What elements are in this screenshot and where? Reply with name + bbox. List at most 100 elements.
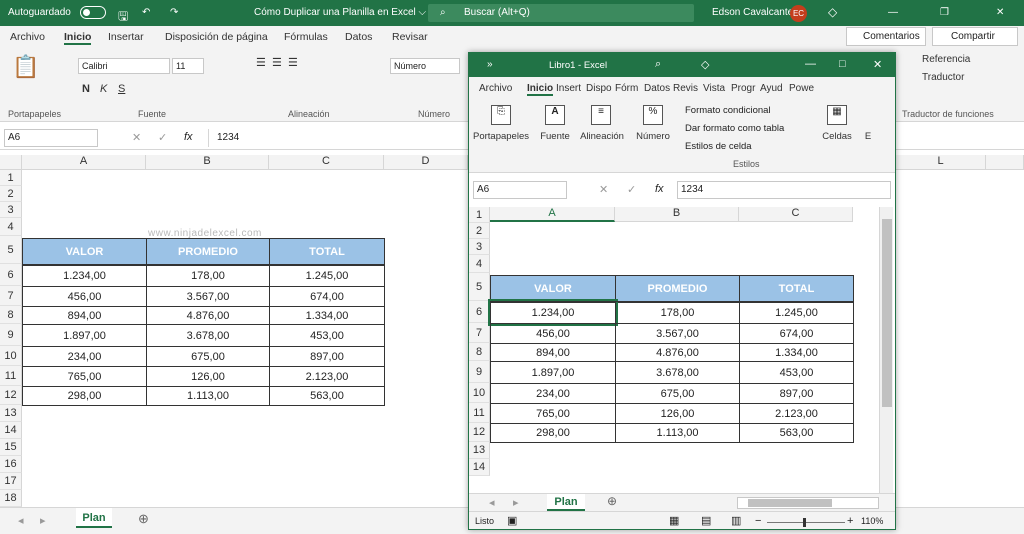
cells-icon[interactable]: ▦ (827, 105, 847, 125)
paste-icon[interactable]: 📋 (12, 54, 39, 80)
redo-icon[interactable]: ↷ (170, 7, 178, 18)
row-header[interactable]: 8 (0, 306, 22, 324)
table-cell[interactable]: 897,00 (269, 346, 385, 367)
table-cell[interactable]: 1.245,00 (269, 264, 385, 287)
name-box[interactable]: A6 (4, 129, 98, 147)
col-header-c[interactable]: C (269, 155, 384, 170)
col-header-d[interactable]: D (384, 155, 468, 170)
search-box[interactable]: ⌕ Buscar (Alt+Q) (428, 4, 694, 22)
align-top-icon[interactable]: ☰ (256, 56, 266, 69)
window-row-header[interactable]: 8 (469, 343, 490, 361)
tab-revisar[interactable]: Revisar (392, 31, 428, 43)
row-header[interactable]: 5 (0, 236, 22, 264)
number-format-select[interactable]: Número (390, 58, 460, 74)
save-icon[interactable]: 🖫 (118, 7, 128, 28)
row-header[interactable]: 6 (0, 264, 22, 286)
window-row-header[interactable]: 1 (469, 207, 490, 223)
col-header-m[interactable] (986, 155, 1024, 170)
tab-inicio[interactable]: Inicio (64, 31, 92, 45)
document-title[interactable]: Cómo Duplicar una Planilla en Excel ⌵ (254, 7, 426, 18)
scroll-thumb[interactable] (882, 219, 892, 407)
numero-button[interactable]: Número (631, 131, 675, 142)
window-table-cell[interactable]: 453,00 (739, 361, 854, 384)
horizontal-scrollbar[interactable] (737, 497, 879, 509)
add-sheet-icon[interactable]: ⊕ (138, 511, 149, 527)
fx-icon[interactable]: fx (655, 183, 664, 195)
page-layout-icon[interactable]: ▤ (701, 514, 711, 527)
enter-icon[interactable]: ✓ (627, 183, 636, 196)
row-header[interactable]: 9 (0, 324, 22, 346)
wtab-progr[interactable]: Progr (731, 83, 755, 94)
comments-button[interactable]: Comentarios (846, 27, 926, 46)
enter-icon[interactable]: ✓ (158, 131, 167, 144)
row-header[interactable]: 10 (0, 346, 22, 366)
table-cell[interactable]: 298,00 (22, 386, 147, 406)
conditional-format-button[interactable]: Formato condicional (685, 105, 771, 116)
window-name-box[interactable]: A6 (473, 181, 567, 199)
wtab-datos[interactable]: Datos (644, 83, 670, 94)
tab-formulas[interactable]: Fórmulas (284, 31, 328, 43)
restore-icon[interactable]: □ (839, 58, 846, 70)
row-header[interactable]: 17 (0, 473, 22, 490)
tab-datos[interactable]: Datos (345, 31, 372, 43)
window-row-header[interactable]: 12 (469, 423, 490, 442)
window-row-header[interactable]: 10 (469, 383, 490, 403)
wtab-form[interactable]: Fórm (615, 83, 638, 94)
close-icon[interactable]: ✕ (873, 58, 882, 71)
window-row-header[interactable]: 5 (469, 273, 490, 301)
wtab-ayud[interactable]: Ayud (760, 83, 783, 94)
table-cell[interactable]: 126,00 (146, 366, 270, 387)
hscroll-thumb[interactable] (748, 499, 832, 507)
window-table-cell[interactable]: 298,00 (490, 423, 616, 443)
window-table-cell[interactable]: 674,00 (739, 323, 854, 344)
bold-button[interactable]: N (82, 83, 90, 95)
table-cell[interactable]: 4.876,00 (146, 306, 270, 325)
tab-insertar[interactable]: Insertar (108, 31, 144, 43)
clipboard-icon[interactable]: ⎘ (491, 105, 511, 125)
table-cell[interactable]: 2.123,00 (269, 366, 385, 387)
diamond-icon[interactable]: ◇ (701, 58, 709, 71)
vertical-scrollbar[interactable] (879, 207, 893, 493)
window-row-header[interactable]: 2 (469, 223, 490, 239)
window-table-cell[interactable]: 456,00 (490, 323, 616, 344)
translator-button[interactable]: Traductor (922, 72, 964, 83)
align-middle-icon[interactable]: ☰ (272, 56, 282, 69)
font-name-select[interactable]: Calibri (78, 58, 170, 74)
prev-sheet-icon[interactable]: ◂ (18, 514, 24, 527)
next-sheet-icon[interactable]: ▸ (513, 496, 519, 509)
tab-archivo[interactable]: Archivo (10, 31, 45, 43)
user-name[interactable]: Edson Cavalcante (712, 7, 793, 18)
window-row-header[interactable]: 9 (469, 361, 490, 383)
window-row-header[interactable]: 6 (469, 301, 490, 323)
celdas-button[interactable]: Celdas (817, 131, 857, 142)
autosave-toggle[interactable] (80, 6, 106, 19)
table-cell[interactable]: 456,00 (22, 286, 147, 307)
row-header[interactable]: 7 (0, 286, 22, 306)
format-as-table-button[interactable]: Dar formato como tabla (685, 123, 784, 134)
table-cell[interactable]: 563,00 (269, 386, 385, 406)
row-header[interactable]: 13 (0, 405, 22, 422)
table-cell[interactable]: 1.897,00 (22, 324, 147, 347)
portapapeles-button[interactable]: Portapapeles (473, 131, 529, 142)
row-header[interactable]: 12 (0, 386, 22, 405)
alineacion-button[interactable]: Alineación (579, 131, 625, 142)
editing-button[interactable]: E (863, 131, 873, 142)
expand-icon[interactable]: » (487, 59, 493, 70)
window-col-header-b[interactable]: B (615, 207, 739, 222)
wtab-powe[interactable]: Powe (789, 83, 814, 94)
window-table-cell[interactable]: 126,00 (615, 403, 740, 424)
next-sheet-icon[interactable]: ▸ (40, 514, 46, 527)
cancel-icon[interactable]: ✕ (599, 183, 608, 196)
alignment-icon[interactable]: ≡ (591, 105, 611, 125)
window-table-cell[interactable]: 1.897,00 (490, 361, 616, 384)
undo-icon[interactable]: ↶ (142, 7, 150, 18)
window-table-cell[interactable]: 1.113,00 (615, 423, 740, 443)
table-cell[interactable]: 674,00 (269, 286, 385, 307)
minimize-icon[interactable]: — (888, 7, 898, 18)
avatar[interactable]: EC (790, 5, 807, 22)
window-table-cell[interactable]: 3.678,00 (615, 361, 740, 384)
window-table-cell[interactable]: 3.567,00 (615, 323, 740, 344)
window-formula-input[interactable]: 1234 (677, 181, 891, 199)
page-break-icon[interactable]: ▥ (731, 514, 741, 527)
table-cell[interactable]: 765,00 (22, 366, 147, 387)
